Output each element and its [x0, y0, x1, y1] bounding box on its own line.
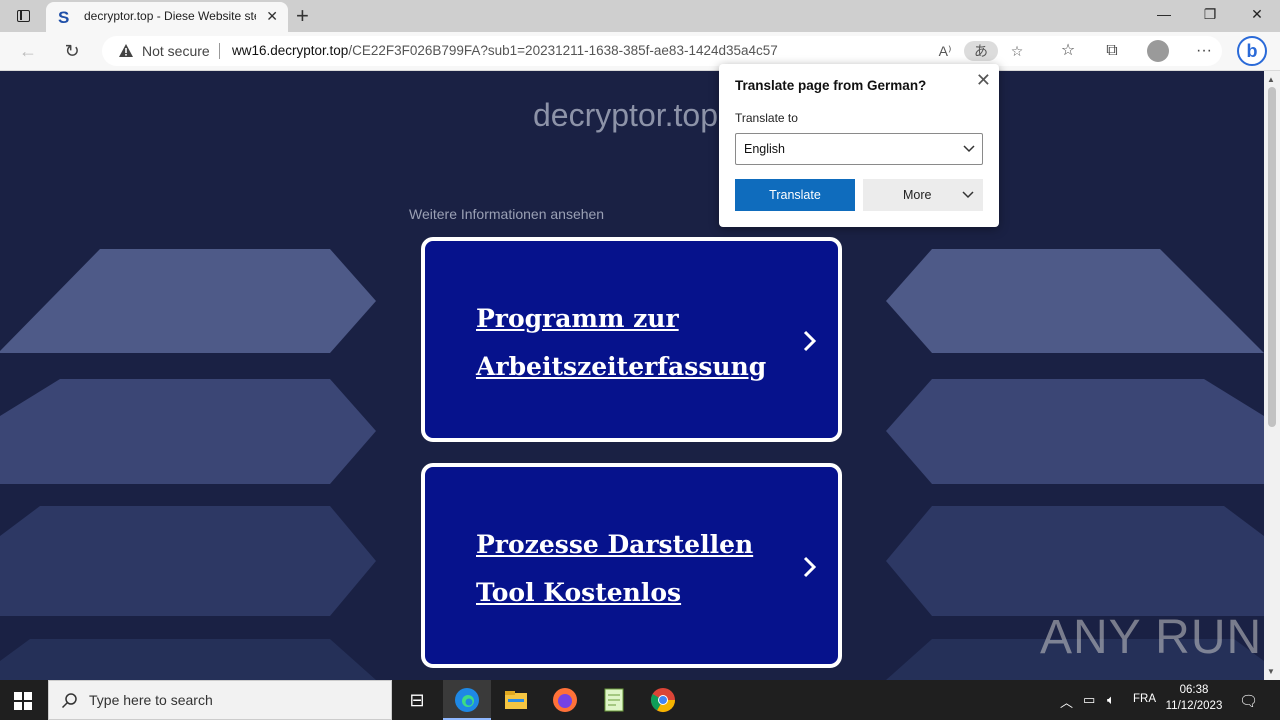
tab-bar: S decryptor.top - Diese Website ste ✕ + …: [0, 0, 1280, 32]
close-window-icon[interactable]: ✕: [1245, 6, 1269, 26]
popup-title: Translate page from German?: [735, 78, 927, 93]
active-tab[interactable]: S decryptor.top - Diese Website ste ✕: [46, 2, 288, 32]
bing-copilot-icon[interactable]: b: [1237, 36, 1267, 66]
address-divider: [219, 43, 220, 59]
security-label[interactable]: Not secure: [142, 43, 210, 59]
warning-icon[interactable]: [118, 43, 134, 58]
network-icon[interactable]: ▭: [1083, 692, 1095, 708]
clock-time: 06:38: [1179, 684, 1209, 696]
related-link-card[interactable]: Prozesse Darstellen Tool Kostenlos: [421, 463, 842, 668]
url-path: /CE22F3F026B799FA?sub1=20231211-1638-385…: [348, 43, 778, 58]
search-icon: [61, 693, 77, 709]
edge-browser-icon[interactable]: [453, 686, 481, 714]
chevron-down-icon: [963, 145, 975, 153]
read-aloud-icon[interactable]: A⁾: [934, 41, 956, 61]
windows-start-icon[interactable]: [14, 692, 32, 710]
url-text[interactable]: ww16.decryptor.top/CE22F3F026B799FA?sub1…: [232, 43, 778, 58]
scroll-down-icon[interactable]: ▼: [1267, 667, 1275, 676]
add-favorite-icon[interactable]: ☆: [1006, 41, 1028, 61]
back-icon[interactable]: ←: [17, 40, 39, 62]
chevron-down-icon: [962, 191, 974, 199]
search-placeholder: Type here to search: [89, 692, 213, 708]
more-info-text: Weitere Informationen ansehen: [409, 206, 605, 222]
refresh-icon[interactable]: ↻: [61, 40, 83, 62]
translate-icon[interactable]: あ: [964, 41, 998, 61]
card-link-text[interactable]: Programm zur Arbeitszeiterfassung: [476, 295, 776, 391]
translate-button[interactable]: Translate: [735, 179, 855, 211]
chrome-icon[interactable]: [649, 686, 677, 714]
related-link-card[interactable]: Programm zur Arbeitszeiterfassung: [421, 237, 842, 442]
notepad-plus-icon[interactable]: [600, 686, 628, 714]
watermark-logo: ANY RUN: [1040, 611, 1263, 664]
scroll-thumb[interactable]: [1268, 87, 1276, 427]
favorites-icon[interactable]: ☆: [1056, 40, 1080, 62]
clock-date: 11/12/2023: [1165, 700, 1223, 712]
input-language[interactable]: FRA: [1133, 693, 1156, 705]
chevron-right-icon: [803, 330, 817, 352]
selected-language: English: [744, 142, 785, 156]
tab-actions-icon[interactable]: [12, 6, 34, 26]
card-line-1: Programm zur: [476, 304, 679, 333]
card-line-1: Prozesse Darstellen: [476, 530, 754, 559]
taskbar-search[interactable]: Type here to search: [48, 680, 392, 720]
card-line-2: Arbeitszeiterfassung: [476, 352, 767, 381]
notifications-icon[interactable]: 🗨︎: [1239, 692, 1258, 710]
task-view-icon[interactable]: ⊟: [403, 686, 431, 714]
translate-popup: Translate page from German? ✕ Translate …: [719, 64, 999, 227]
tab-close-icon[interactable]: ✕: [266, 8, 278, 25]
firefox-icon[interactable]: [551, 686, 579, 714]
more-button-label: More: [903, 188, 932, 202]
card-link-text[interactable]: Prozesse Darstellen Tool Kostenlos: [476, 521, 776, 617]
web-page: decryptor.top Weitere Informationen anse…: [0, 71, 1264, 680]
new-tab-icon[interactable]: +: [296, 3, 309, 29]
page-scrollbar[interactable]: ▲ ▼: [1264, 71, 1280, 680]
browser-toolbar: ← ↻ Not secure ww16.decryptor.top/CE22F3…: [0, 32, 1280, 71]
profile-avatar[interactable]: [1147, 40, 1169, 62]
url-host: ww16.decryptor.top: [232, 43, 349, 58]
volume-icon[interactable]: 🔈︎: [1107, 692, 1115, 708]
chevron-right-icon: [803, 556, 817, 578]
card-line-2: Tool Kostenlos: [476, 578, 682, 607]
language-select[interactable]: English: [735, 133, 983, 165]
file-explorer-icon[interactable]: [502, 686, 530, 714]
restore-icon[interactable]: ❐: [1198, 6, 1222, 26]
popup-close-icon[interactable]: ✕: [976, 70, 991, 91]
address-bar[interactable]: Not secure ww16.decryptor.top/CE22F3F026…: [102, 36, 1222, 66]
clock[interactable]: 06:38 11/12/2023: [1164, 684, 1224, 712]
windows-taskbar: Type here to search ⊟ ︿ ▭ 🔈︎ FRA 06:38 1…: [0, 680, 1280, 720]
tab-title: decryptor.top - Diese Website ste: [84, 9, 256, 23]
settings-more-icon[interactable]: ···: [1192, 40, 1216, 62]
tray-chevron-up-icon[interactable]: ︿: [1060, 692, 1073, 711]
minimize-icon[interactable]: —: [1152, 6, 1176, 26]
more-options-button[interactable]: More: [863, 179, 983, 211]
site-title: decryptor.top: [533, 97, 718, 133]
collections-icon[interactable]: ⧉: [1100, 40, 1124, 62]
translate-to-label: Translate to: [735, 111, 798, 125]
scroll-up-icon[interactable]: ▲: [1267, 75, 1275, 84]
site-favicon-icon: S: [58, 8, 70, 27]
